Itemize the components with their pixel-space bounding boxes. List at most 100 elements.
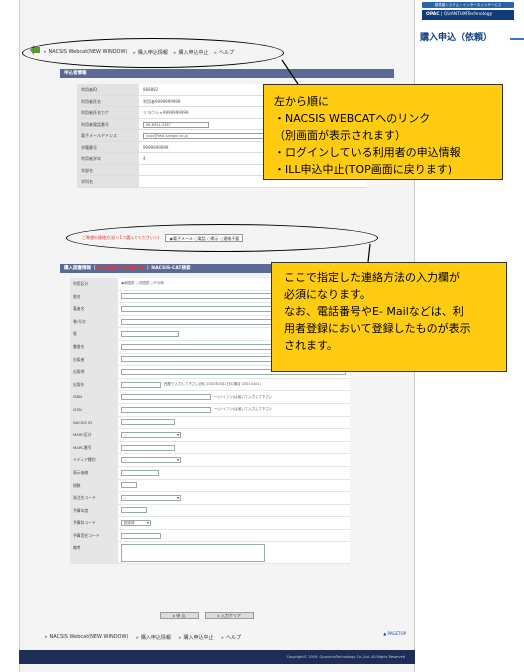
row-label: メディア種別 xyxy=(70,454,118,466)
form-buttons: ▸ 申 込 ▸ 入力クリア xyxy=(160,612,254,619)
row-label: 予算科コード xyxy=(70,517,118,529)
row-label: 利用者学年 xyxy=(77,153,139,164)
isbn-hint: ー(ハイフン)は省いて入力して下さい xyxy=(214,394,273,399)
footer-copyright: Copyright© 2009, QuantumTechnology Co.,L… xyxy=(19,650,415,664)
budget-code-select[interactable]: 図書費 xyxy=(121,520,151,527)
nav-purchase-cancel[interactable]: ▸ 購入申込中止 xyxy=(179,634,214,641)
nacsis-id-field[interactable] xyxy=(121,419,175,426)
table-row: MARC番号 xyxy=(70,441,350,455)
nav-help[interactable]: ▸ ヘルプ xyxy=(221,634,241,641)
table-row: ISBN ー(ハイフン)は省いて入力して下さい xyxy=(70,391,350,404)
row-label: ISBN xyxy=(70,391,118,403)
table-row: メディア種別 -- xyxy=(70,454,350,467)
row-label: 叢書名 xyxy=(70,340,118,353)
table-row: 予算科コード 図書費 xyxy=(70,517,350,530)
bottom-nav: ▸ NACSIS Webcat(NEW WINDOW) ▸ 購入申込情報 ▸ 購入申込… xyxy=(45,634,241,641)
callout-contact-explanation: ここで指定した連絡方法の入力欄が 必須になります。 なお、電話番号やE- Mai… xyxy=(271,262,507,372)
callout-line: されます。 xyxy=(284,339,338,352)
table-row: 表示価格 xyxy=(70,466,350,480)
annotation-ellipse-nav xyxy=(22,38,284,68)
callout-line: ・NACSIS WEBCATへのリンク xyxy=(274,112,431,125)
row-label: 電子メールアドレス xyxy=(77,130,139,141)
table-row: 冊数 xyxy=(70,479,350,493)
email-field[interactable]: xxxx@test.sample.ac.jp xyxy=(143,133,283,139)
row-label: 備考 xyxy=(70,542,118,564)
callout-nav-explanation: 左から順に ・NACSIS WEBCATへのリンク （別画面が表示されます） ・… xyxy=(263,84,503,180)
row-label: 利用区分 xyxy=(70,278,118,290)
table-row: 発注先コード -- xyxy=(70,492,350,505)
row-label: 予算年度 xyxy=(70,504,118,517)
copies-field[interactable] xyxy=(121,482,137,489)
row-label: 利用者電話番号 xyxy=(77,118,139,129)
callout-line: 用者登録において登録したものが表示 xyxy=(284,322,471,335)
required-note: 赤字は必須入力項目です。 xyxy=(95,266,147,271)
row-label: 学籍番号 xyxy=(77,141,139,152)
row-label: 版 xyxy=(70,328,118,340)
clear-button[interactable]: ▸ 入力クリア xyxy=(204,612,254,619)
table-row: 出版年 西暦で入力して下さい(例) 2001年4月1日の場合 20010401) xyxy=(70,378,350,392)
price-field[interactable] xyxy=(121,469,159,476)
row-label: MARC区分 xyxy=(70,429,118,441)
row-label: 利用者ID xyxy=(77,84,139,95)
edition-field[interactable] xyxy=(121,331,179,338)
nav-webcat-link[interactable]: ▸ NACSIS Webcat(NEW WINDOW) xyxy=(45,634,128,641)
row-label: 発注先コード xyxy=(70,492,118,504)
row-label: 利用者氏名 xyxy=(77,95,139,106)
row-label: NACSIS ID xyxy=(70,416,118,429)
row-label: 学科名 xyxy=(77,176,139,187)
brand-strip: 図書館システム・インターネットサービス xyxy=(422,2,514,8)
table-row: ISSN ー(ハイフン)は省いて入力して下さい xyxy=(70,403,350,417)
issn-field[interactable] xyxy=(121,406,211,413)
callout-line: ・ログインしている利用者の申込情報 xyxy=(274,146,461,159)
row-label: 予算責任コード xyxy=(70,529,118,542)
row-label: 出版者 xyxy=(70,353,118,366)
pagetop-link[interactable]: ▲ PAGETOP xyxy=(383,631,406,636)
annotation-ellipse-contact xyxy=(66,224,378,252)
nacsis-search-link[interactable]: ）NACSIS-CAT検索 xyxy=(147,266,191,271)
row-label: 書名 xyxy=(70,290,118,303)
pub-year-field[interactable] xyxy=(121,381,161,388)
callout-line: なお、電話番号やE- Mailなどは、利 xyxy=(284,305,464,318)
phone-field[interactable]: 06-6924-3387 xyxy=(143,121,209,128)
budget-year-field[interactable] xyxy=(121,507,147,514)
row-label: 学部名 xyxy=(77,164,139,175)
row-label: 出版年 xyxy=(70,378,118,391)
issn-hint: ー(ハイフン)は省いて入力して下さい xyxy=(214,407,273,412)
callout-line: ・ILL申込中止(TOP画面に戻ります) xyxy=(274,163,453,176)
row-label: ISSN xyxy=(70,403,118,416)
marc-number-field[interactable] xyxy=(121,444,175,451)
screenshot-frame: 図書館システム・インターネットサービス OPAC | QUANTUMTechno… xyxy=(0,0,524,672)
book-section-title: 購入図書情報（ xyxy=(64,266,96,271)
callout-line: （別画面が表示されます） xyxy=(274,129,406,142)
brand-logo[interactable]: OPAC | QUANTUMTechnology xyxy=(422,10,514,20)
table-row: 備考 xyxy=(70,542,350,565)
callout-line: ここで指定した連絡方法の入力欄が xyxy=(284,271,460,284)
title-accent-bar xyxy=(510,38,524,40)
media-type-select[interactable]: -- xyxy=(121,457,181,464)
table-row: 予算年度 xyxy=(70,504,350,518)
row-label: 著者名 xyxy=(70,303,118,315)
callout-line: 必須になります。 xyxy=(284,288,371,301)
row-label: 冊数 xyxy=(70,479,118,492)
pub-year-hint: 西暦で入力して下さい(例) 2001年4月1日の場合 20010401) xyxy=(164,382,261,387)
brand-company: QUANTUMTechnology xyxy=(443,12,493,17)
nav-purchase-info[interactable]: ▸ 購入申込情報 xyxy=(136,634,171,641)
row-label: MARC番号 xyxy=(70,441,118,454)
brand-opac: OPAC xyxy=(426,12,440,17)
budget-owner-field[interactable] xyxy=(121,532,161,539)
applicant-section-header: 申込者情報 xyxy=(60,69,394,78)
table-row: MARC区分 -- xyxy=(70,429,350,442)
submit-button[interactable]: ▸ 申 込 xyxy=(160,612,199,619)
notes-textarea[interactable] xyxy=(121,543,265,562)
row-label: 利用者氏名カナ xyxy=(77,107,139,118)
callout-line: 左から順に xyxy=(274,95,329,108)
row-label: 出版地 xyxy=(70,366,118,378)
table-row: 予算責任コード xyxy=(70,529,350,543)
row-label: 表示価格 xyxy=(70,466,118,479)
table-row: NACSIS ID xyxy=(70,416,350,430)
page-title: 購入申込（依頼） xyxy=(419,33,492,43)
marc-type-select[interactable]: -- xyxy=(121,431,181,438)
isbn-field[interactable] xyxy=(121,394,211,401)
vendor-code-select[interactable]: -- xyxy=(121,494,181,501)
row-label: 巻/号次 xyxy=(70,315,118,328)
